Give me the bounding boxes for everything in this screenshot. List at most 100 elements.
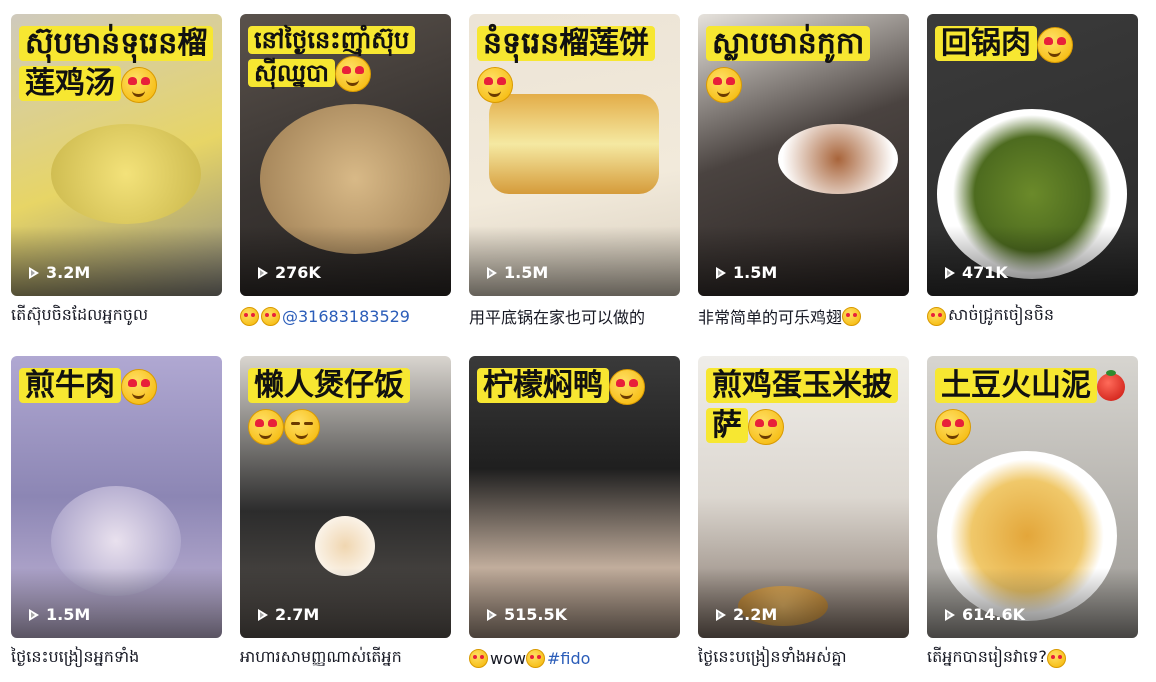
thumbnail-shade: [698, 568, 909, 638]
view-count: 1.5M: [29, 605, 90, 624]
overlay-title: នំទុរេន榴莲饼: [477, 24, 674, 104]
video-caption[interactable]: 用平底锅在家也可以做的: [469, 304, 680, 328]
star-eyes-emoji-icon: [842, 306, 862, 326]
thumbnail-shade: [927, 226, 1138, 296]
video-card[interactable]: នៅថ្ងៃនេះញ៉ាំស៊ុបស៊ីឈ្នបា 276K @31683183…: [240, 14, 451, 340]
video-card[interactable]: នំទុរេន榴莲饼 1.5M 用平底锅在家也可以做的: [469, 14, 680, 340]
view-count-text: 2.2M: [733, 605, 778, 624]
view-count: 1.5M: [487, 263, 548, 282]
thumbnail-shade: [698, 226, 909, 296]
smirk-emoji-icon: [284, 408, 320, 445]
play-icon: [716, 266, 726, 279]
overlay-title: 土豆火山泥: [935, 366, 1132, 446]
overlay-title: នៅថ្ងៃនេះញ៉ាំស៊ុបស៊ីឈ្នបា: [248, 24, 445, 92]
video-caption[interactable]: ថ្ងៃនេះបង្រៀនអ្នកទាំង: [11, 646, 222, 670]
soup-pot-image: [51, 124, 201, 224]
video-thumbnail[interactable]: 柠檬焖鸭 515.5K: [469, 356, 680, 638]
overlay-title: ស៊ុបមាន់ទុរេន榴莲鸡汤: [19, 24, 216, 104]
video-thumbnail[interactable]: 懒人煲仔饭 2.7M: [240, 356, 451, 638]
view-count-text: 276K: [275, 263, 321, 282]
view-count: 1.5M: [716, 263, 777, 282]
video-card[interactable]: 柠檬焖鸭 515.5K wow #fido: [469, 356, 680, 682]
video-caption[interactable]: អាហារសាមញ្ញណាស់តើអ្នក: [240, 646, 451, 670]
caption-text: សាច់ជ្រូកចៀនចិន: [948, 305, 1055, 324]
caption-mention[interactable]: @31683183529: [282, 307, 410, 326]
heart-eyes-emoji-icon: [609, 368, 645, 405]
star-eyes-emoji-icon: [927, 306, 946, 326]
play-icon: [716, 608, 726, 621]
star-eyes-emoji-icon: [1046, 648, 1066, 668]
video-caption[interactable]: តើស៊ុបចិនដែលអ្នកចូល: [11, 304, 222, 328]
thumbnail-shade: [11, 226, 222, 296]
thumbnail-shade: [11, 568, 222, 638]
video-card[interactable]: 煎牛肉 1.5M ថ្ងៃនេះបង្រៀនអ្នកទាំង: [11, 356, 222, 682]
view-count-text: 2.7M: [275, 605, 320, 624]
thumbnail-shade: [240, 568, 451, 638]
video-thumbnail[interactable]: ស៊ុបមាន់ទុរេន榴莲鸡汤 3.2M: [11, 14, 222, 296]
star-eyes-emoji-icon: [469, 648, 488, 668]
view-count-text: 1.5M: [46, 605, 91, 624]
caption-text: wow: [490, 648, 526, 668]
video-thumbnail[interactable]: 煎鸡蛋玉米披萨 2.2M: [698, 356, 909, 638]
view-count-text: 1.5M: [504, 263, 549, 282]
video-card[interactable]: ស្លាបមាន់កូកា 1.5M 非常简单的可乐鸡翅: [698, 14, 909, 340]
view-count: 2.2M: [716, 605, 777, 624]
video-caption[interactable]: តើអ្នកបានរៀនវាទេ?: [927, 646, 1138, 670]
play-icon: [258, 266, 268, 279]
view-count-text: 614.6K: [962, 605, 1026, 624]
overlay-title: 煎牛肉: [19, 366, 216, 406]
play-icon: [487, 608, 497, 621]
view-count: 276K: [258, 263, 321, 282]
caption-hashtag[interactable]: #fido: [547, 649, 590, 668]
view-count: 2.7M: [258, 605, 319, 624]
view-count-text: 471K: [962, 263, 1008, 282]
video-thumbnail[interactable]: នៅថ្ងៃនេះញ៉ាំស៊ុបស៊ីឈ្នបា 276K: [240, 14, 451, 296]
video-thumbnail[interactable]: ស្លាបមាន់កូកា 1.5M: [698, 14, 909, 296]
video-thumbnail[interactable]: 煎牛肉 1.5M: [11, 356, 222, 638]
view-count: 3.2M: [29, 263, 90, 282]
video-card[interactable]: 土豆火山泥 614.6K តើអ្នកបានរៀនវាទេ?: [927, 356, 1138, 682]
play-icon: [29, 608, 39, 621]
thumbnail-shade: [927, 568, 1138, 638]
durian-cake-image: [489, 94, 659, 194]
play-icon: [945, 608, 955, 621]
heart-eyes-emoji-icon: [477, 66, 513, 103]
view-count: 614.6K: [945, 605, 1025, 624]
view-count: 471K: [945, 263, 1008, 282]
star-eyes-emoji-icon: [525, 648, 545, 668]
yum-emoji-icon: [261, 306, 280, 326]
overlay-title: 回锅肉: [935, 24, 1132, 64]
heart-eyes-emoji-icon: [121, 66, 157, 103]
video-card[interactable]: 懒人煲仔饭 2.7M អាហារសាមញ្ញណាស់តើអ្នក: [240, 356, 451, 682]
view-count-text: 1.5M: [733, 263, 778, 282]
video-caption[interactable]: ថ្ងៃនេះបង្រៀនទាំងអស់គ្នា: [698, 646, 909, 670]
caption-text: តើអ្នកបានរៀនវាទេ?: [927, 647, 1047, 666]
overlay-title: 煎鸡蛋玉米披萨: [706, 366, 903, 446]
video-grid: ស៊ុបមាន់ទុរេន榴莲鸡汤 3.2M តើស៊ុបចិនដែលអ្នកច…: [11, 14, 1138, 682]
video-caption[interactable]: 非常简单的可乐鸡翅: [698, 304, 909, 328]
video-caption[interactable]: wow #fido: [469, 646, 680, 670]
video-caption[interactable]: សាច់ជ្រូកចៀនចិន: [927, 304, 1138, 328]
view-count-text: 3.2M: [46, 263, 91, 282]
heart-eyes-emoji-icon: [935, 408, 971, 445]
view-count-text: 515.5K: [504, 605, 568, 624]
heart-eyes-emoji-icon: [335, 56, 371, 92]
thumbnail-shade: [469, 568, 680, 638]
video-thumbnail[interactable]: 土豆火山泥 614.6K: [927, 356, 1138, 638]
tomato-icon: [1097, 369, 1125, 401]
heart-eyes-emoji-icon: [706, 66, 742, 103]
video-thumbnail[interactable]: នំទុរេន榴莲饼 1.5M: [469, 14, 680, 296]
thumbnail-shade: [469, 226, 680, 296]
clay-pot-rice-image: [315, 516, 375, 576]
video-thumbnail[interactable]: 回锅肉 471K: [927, 14, 1138, 296]
overlay-title: ស្លាបមាន់កូកា: [706, 24, 903, 104]
video-card[interactable]: ស៊ុបមាន់ទុរេន榴莲鸡汤 3.2M តើស៊ុបចិនដែលអ្នកច…: [11, 14, 222, 340]
overlay-title: 柠檬焖鸭: [477, 366, 674, 406]
video-card[interactable]: 煎鸡蛋玉米披萨 2.2M ថ្ងៃនេះបង្រៀនទាំងអស់គ្នា: [698, 356, 909, 682]
play-icon: [945, 266, 955, 279]
overlay-title: 懒人煲仔饭: [248, 366, 445, 446]
heart-eyes-emoji-icon: [121, 368, 157, 405]
play-icon: [29, 266, 39, 279]
video-caption[interactable]: @31683183529: [240, 304, 451, 328]
video-card[interactable]: 回锅肉 471K សាច់ជ្រូកចៀនចិន: [927, 14, 1138, 340]
